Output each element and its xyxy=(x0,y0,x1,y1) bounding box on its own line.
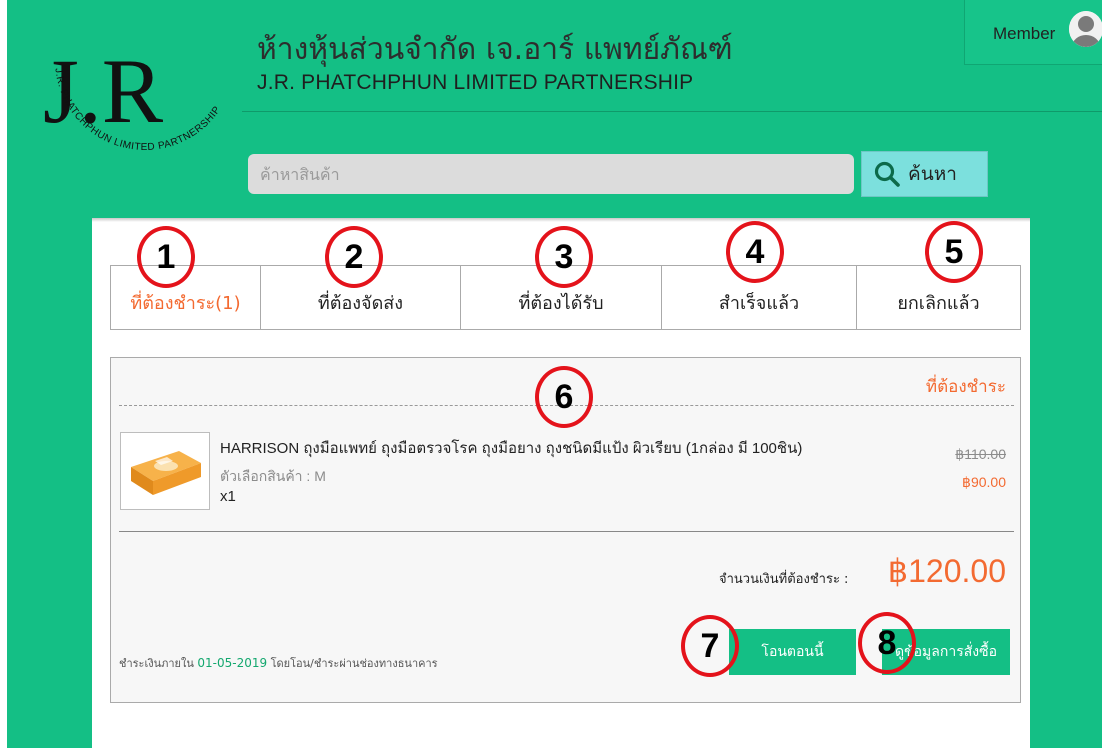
payment-due-date: 01-05-2019 xyxy=(197,656,268,670)
site-header: J.R J.R. PHATCHPHUN LIMITED PARTNERSHIP … xyxy=(7,0,1102,218)
search-button-label: ค้นหา xyxy=(908,163,957,185)
product-name[interactable]: HARRISON ถุงมือแพทย์ ถุงมือตรวจโรค ถุงมื… xyxy=(220,436,802,460)
solid-divider xyxy=(119,531,1014,532)
total-label: จำนวนเงินที่ต้องชำระ : xyxy=(719,572,849,587)
annotation-marker-1: 1 xyxy=(137,226,195,288)
transfer-now-button[interactable]: โอนตอนนี้ xyxy=(729,629,856,675)
product-image[interactable] xyxy=(120,432,210,510)
product-option: ตัวเลือกสินค้า : M xyxy=(220,468,326,484)
annotation-marker-4: 4 xyxy=(726,221,784,283)
sale-price: ฿90.00 xyxy=(962,474,1006,490)
payment-note: ชำระเงินภายใน 01-05-2019 โดยโอน/ชำระผ่าน… xyxy=(119,654,438,672)
payment-note-suffix: โดยโอน/ชำระผ่านช่องทางธนาคาร xyxy=(270,657,438,670)
left-edge xyxy=(0,0,7,748)
left-green-margin xyxy=(7,218,92,748)
right-green-margin xyxy=(1030,218,1102,748)
product-quantity: x1 xyxy=(220,488,236,505)
member-menu[interactable]: Member xyxy=(964,0,1102,65)
user-icon[interactable] xyxy=(1069,11,1102,47)
search-icon xyxy=(874,161,900,187)
order-status-label: ที่ต้องชำระ xyxy=(925,377,1006,397)
member-label: Member xyxy=(993,24,1056,43)
original-price: ฿110.00 xyxy=(955,446,1006,462)
annotation-marker-7: 7 xyxy=(681,615,739,677)
header-divider xyxy=(242,111,1102,112)
company-name-thai: ห้างหุ้นส่วนจำกัด เจ.อาร์ แพทย์ภัณฑ์ xyxy=(257,32,733,67)
company-name-english: J.R. PHATCHPHUN LIMITED PARTNERSHIP xyxy=(257,71,694,94)
annotation-marker-5: 5 xyxy=(925,221,983,283)
annotation-marker-6: 6 xyxy=(535,366,593,428)
page: J.R J.R. PHATCHPHUN LIMITED PARTNERSHIP … xyxy=(0,0,1102,748)
annotation-marker-2: 2 xyxy=(325,226,383,288)
annotation-marker-3: 3 xyxy=(535,226,593,288)
payment-note-prefix: ชำระเงินภายใน xyxy=(119,657,194,670)
content-shadow xyxy=(92,218,1030,222)
company-logo[interactable]: J.R J.R. PHATCHPHUN LIMITED PARTNERSHIP xyxy=(15,0,245,205)
total-amount: ฿120.00 xyxy=(887,553,1006,589)
annotation-marker-8: 8 xyxy=(858,612,916,674)
search-input[interactable] xyxy=(248,154,854,194)
search-button[interactable]: ค้นหา xyxy=(861,151,988,197)
